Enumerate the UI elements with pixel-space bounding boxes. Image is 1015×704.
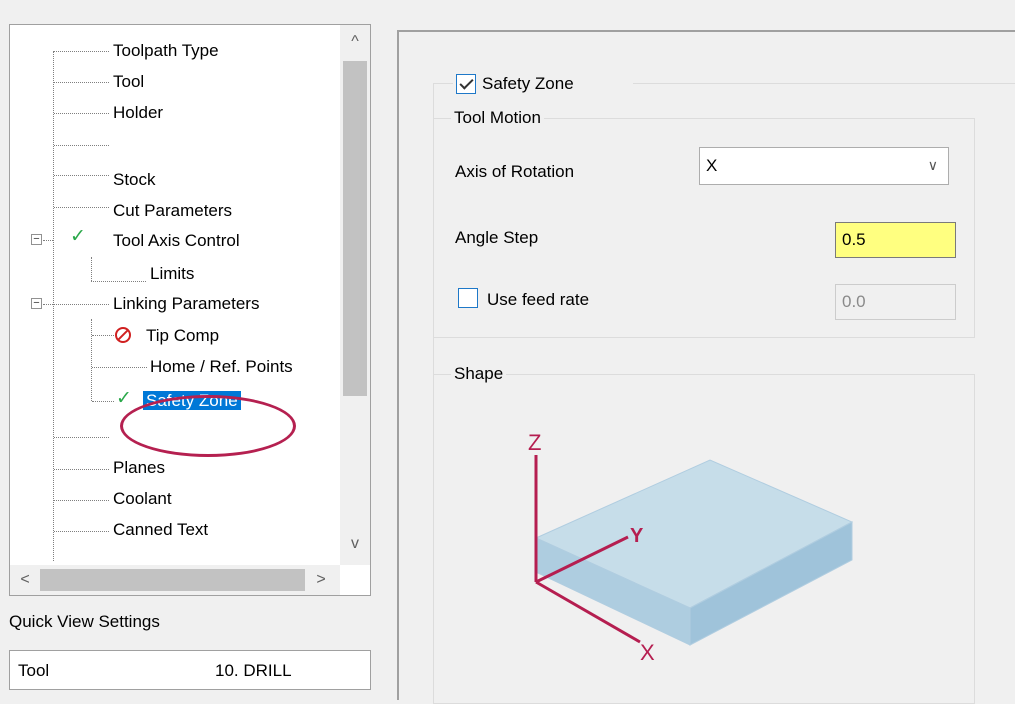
tree-item-planes[interactable]: Planes <box>110 455 168 481</box>
vertical-scrollbar[interactable]: ^ v <box>340 25 370 565</box>
settings-tree[interactable]: Toolpath Type Tool Holder Stock Cut Para… <box>9 24 371 596</box>
tree-item-label: Stock <box>113 170 156 189</box>
tree-item-tip-comp[interactable]: Tip Comp <box>143 323 222 349</box>
tree-connector <box>91 319 92 401</box>
angle-step-input[interactable]: 0.5 <box>835 222 956 258</box>
use-feed-rate-checkbox[interactable] <box>458 288 478 308</box>
x-axis-label: X <box>640 640 655 665</box>
tree-item-label: Tool Axis Control <box>113 231 240 250</box>
tree-connector <box>54 437 109 438</box>
tree-connector <box>54 531 109 532</box>
tree-item-tool[interactable]: Tool <box>110 69 147 95</box>
quick-view-table: Tool 10. DRILL <box>9 650 371 690</box>
check-icon: ✓ <box>70 226 86 247</box>
quick-view-title: Quick View Settings <box>9 612 160 631</box>
safety-zone-checkbox[interactable] <box>456 74 476 94</box>
scroll-thumb[interactable] <box>343 61 367 396</box>
tree-item-label: Canned Text <box>113 520 209 539</box>
tree-connector <box>54 207 109 208</box>
tree-connector <box>53 51 54 561</box>
tree-item-label: Limits <box>150 264 195 283</box>
tree-connector <box>43 240 53 241</box>
tree-connector <box>92 335 114 336</box>
tree-item-label: Tool <box>113 72 145 91</box>
tree-item-label: Coolant <box>113 489 172 508</box>
scroll-thumb[interactable] <box>40 569 305 591</box>
chevron-down-icon: ∨ <box>927 157 938 173</box>
tree-item-holder[interactable]: Holder <box>110 100 166 126</box>
axis-of-rotation-value: X <box>706 156 718 175</box>
highlight-annotation <box>120 395 296 457</box>
tree-item-label: Linking Parameters <box>113 294 260 313</box>
tree-item-label: Planes <box>113 458 165 477</box>
quick-view-value: 10. DRILL <box>215 661 292 680</box>
tree-connector <box>54 175 109 176</box>
tree-item-label: Tip Comp <box>146 326 220 345</box>
tree-connector <box>92 401 114 402</box>
z-axis-label: Z <box>528 430 541 455</box>
tree-item-label: Toolpath Type <box>113 41 219 60</box>
tree-connector <box>92 367 147 368</box>
safety-zone-label: Safety Zone <box>482 74 574 93</box>
scroll-right-icon[interactable]: > <box>306 565 336 595</box>
quick-view-key: Tool <box>18 661 50 680</box>
axis-of-rotation-label: Axis of Rotation <box>455 162 575 181</box>
tree-connector <box>91 257 92 281</box>
scroll-down-icon[interactable]: v <box>340 529 370 559</box>
tree-connector <box>54 51 109 52</box>
check-icon: ✓ <box>116 388 132 409</box>
error-icon <box>115 327 131 343</box>
shape-preview: Z Y X <box>528 430 854 665</box>
tree-item-canned-text[interactable]: Canned Text <box>110 517 211 543</box>
collapse-icon[interactable]: − <box>31 234 42 245</box>
scroll-up-icon[interactable]: ^ <box>340 27 370 57</box>
tree-connector <box>91 281 146 282</box>
tree-connector <box>54 145 109 146</box>
shape-title: Shape <box>451 364 507 384</box>
tree-connector <box>54 469 109 470</box>
tree-item-coolant[interactable]: Coolant <box>110 486 175 512</box>
y-axis-label: Y <box>630 525 644 547</box>
scroll-left-icon[interactable]: < <box>10 565 40 595</box>
tree-connector <box>54 82 109 83</box>
tree-item-linking-parameters[interactable]: Linking Parameters <box>110 291 262 317</box>
tree-item-toolpath-type[interactable]: Toolpath Type <box>110 38 222 64</box>
tree-connector <box>43 304 109 305</box>
tool-motion-title: Tool Motion <box>451 108 544 128</box>
tree-item-tool-axis-control[interactable]: Tool Axis Control <box>110 228 243 254</box>
feed-rate-input[interactable]: 0.0 <box>835 284 956 320</box>
collapse-icon[interactable]: − <box>31 298 42 309</box>
tree-item-label: Cut Parameters <box>113 201 233 220</box>
use-feed-rate-label: Use feed rate <box>487 290 590 309</box>
tree-item-stock[interactable]: Stock <box>110 167 159 193</box>
safety-zone-header[interactable]: Safety Zone <box>453 72 633 96</box>
tree-item-cut-parameters[interactable]: Cut Parameters <box>110 198 235 224</box>
angle-step-label: Angle Step <box>455 228 539 247</box>
tree-item-limits[interactable]: Limits <box>147 261 197 287</box>
tree-connector <box>54 113 109 114</box>
tree-item-label: Home / Ref. Points <box>150 357 293 376</box>
horizontal-scrollbar[interactable]: < > <box>10 565 340 595</box>
tree-item-label: Holder <box>113 103 164 122</box>
tree-connector <box>54 500 109 501</box>
tree-item-home-ref-points[interactable]: Home / Ref. Points <box>147 354 296 380</box>
axis-of-rotation-select[interactable]: X ∨ <box>699 147 949 185</box>
